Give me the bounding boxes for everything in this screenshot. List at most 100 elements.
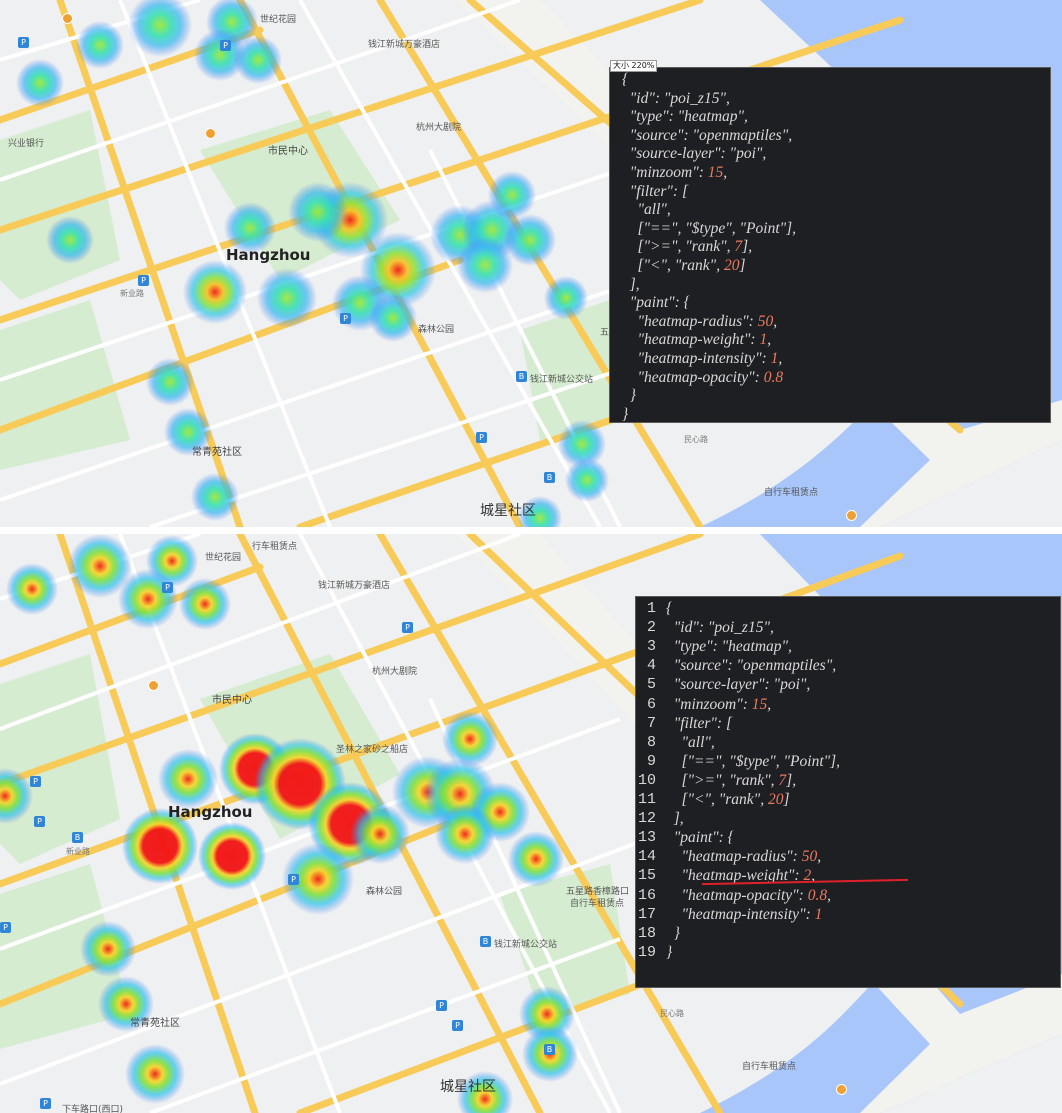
parking-marker[interactable]: P — [288, 874, 299, 885]
code-line[interactable]: "paint": { — [610, 293, 1050, 312]
map-marker[interactable]: P — [436, 1000, 447, 1011]
bottom-map-panel[interactable]: P P P P B P P B P P B P Hangzhou 市民中心 常青… — [0, 534, 1062, 1113]
code-line[interactable]: [">=", "rank", 7], — [610, 237, 1050, 256]
area-label-chengxing: 城星社区 — [440, 1079, 496, 1095]
code-line[interactable]: 15 "heatmap-weight": 2, — [636, 866, 1060, 885]
line-number: 16 — [637, 886, 656, 904]
code-line[interactable]: 18 } — [636, 924, 1060, 943]
city-label-hangzhou: Hangzhou — [226, 246, 311, 264]
code-text: "source-layer": "poi", — [622, 145, 767, 163]
parking-marker[interactable]: P — [138, 275, 149, 286]
code-line[interactable]: 9 ["==", "$type", "Point"], — [636, 752, 1060, 771]
number-literal: 20 — [723, 257, 740, 274]
map-marker[interactable]: P — [476, 432, 487, 443]
line-number: 7 — [646, 714, 656, 732]
code-line[interactable]: 1{ — [636, 599, 1060, 618]
poi-dot[interactable] — [836, 1084, 847, 1095]
code-line[interactable]: 17 "heatmap-intensity": 1 — [636, 905, 1060, 924]
bus-stop-marker[interactable]: B — [72, 832, 83, 843]
poi-label-bank: 兴业银行 — [8, 139, 45, 149]
code-line[interactable]: } — [610, 405, 1050, 424]
number-literal: 7 — [734, 238, 743, 256]
map-marker[interactable]: P — [452, 1020, 463, 1031]
code-line[interactable]: "minzoom": 15, — [610, 163, 1050, 182]
code-text: "heatmap-opacity": 0.8 — [622, 368, 784, 386]
code-line[interactable]: 10 [">=", "rank", 7], — [636, 771, 1060, 790]
code-line[interactable]: 6 "minzoom": 15, — [636, 695, 1060, 714]
poi-dot[interactable] — [846, 510, 857, 521]
bus-stop-marker[interactable]: B — [480, 936, 491, 947]
poi-dot[interactable] — [205, 128, 216, 139]
partial-label: 五 — [600, 328, 610, 338]
code-text: ["<", "rank", 20] — [666, 791, 790, 808]
bus-stop-marker[interactable]: B — [544, 1044, 555, 1055]
map-marker[interactable]: P — [18, 37, 29, 48]
area-label-chengxing: 城星社区 — [480, 503, 536, 519]
code-line[interactable]: "all", — [610, 200, 1050, 219]
poi-label-century-garden: 世纪花园 — [260, 15, 297, 25]
code-line[interactable]: "source-layer": "poi", — [610, 144, 1050, 163]
code-line[interactable]: 2 "id": "poi_z15", — [636, 618, 1060, 637]
code-line[interactable]: 8 "all", — [636, 733, 1060, 752]
code-text: "heatmap-weight": 1, — [622, 331, 772, 349]
poi-dot[interactable] — [148, 680, 159, 691]
poi-label-hotel: 钱江新城万豪酒店 — [368, 40, 441, 50]
top-map-panel[interactable]: P P P P B P B Hangzhou 市民中心 常青苑社区 城星社区 钱… — [0, 0, 1062, 527]
map-marker[interactable]: P — [34, 816, 45, 827]
code-line[interactable]: 4 "source": "openmaptiles", — [636, 656, 1060, 675]
line-number: 19 — [637, 943, 656, 961]
code-line[interactable]: "heatmap-radius": 50, — [610, 312, 1050, 331]
code-line[interactable]: { — [610, 70, 1050, 89]
poi-label-bike-rental: 行车租赁点 — [252, 542, 298, 552]
road-label-xinye: 新业路 — [66, 847, 90, 856]
line-number: 2 — [646, 619, 656, 637]
code-line[interactable]: } — [610, 386, 1050, 405]
bus-stop-marker[interactable]: B — [516, 371, 527, 382]
code-line[interactable]: 19} — [636, 943, 1060, 962]
map-marker[interactable]: P — [220, 40, 231, 51]
code-line[interactable]: 12 ], — [636, 809, 1060, 828]
code-text: "heatmap-intensity": 1 — [666, 905, 823, 923]
code-line[interactable]: 5 "source-layer": "poi", — [636, 675, 1060, 694]
code-text: "paint": { — [666, 829, 734, 847]
code-line[interactable]: "heatmap-opacity": 0.8 — [610, 368, 1050, 387]
line-number: 10 — [637, 771, 656, 789]
code-text: } — [622, 387, 636, 405]
poi-label-bike-rental: 自行车租赁点 — [742, 1062, 797, 1072]
code-line[interactable]: "heatmap-weight": 1, — [610, 330, 1050, 349]
code-line[interactable]: "filter": [ — [610, 182, 1050, 201]
code-text: ], — [666, 810, 684, 828]
parking-marker[interactable]: P — [0, 922, 11, 933]
poi-dot[interactable] — [62, 13, 73, 24]
code-line[interactable]: ["<", "rank", 20] — [610, 256, 1050, 275]
parking-marker[interactable]: P — [340, 313, 351, 324]
map-marker[interactable]: P — [30, 776, 41, 787]
code-line[interactable]: 7 "filter": [ — [636, 714, 1060, 733]
code-text: "id": "poi_z15", — [622, 89, 730, 107]
code-editor-top[interactable]: { "id": "poi_z15", "type": "heatmap", "s… — [609, 67, 1051, 423]
code-line[interactable]: "id": "poi_z15", — [610, 89, 1050, 108]
map-marker[interactable]: P — [162, 582, 173, 593]
number-literal: 0.8 — [807, 886, 828, 904]
code-line[interactable]: ["==", "$type", "Point"], — [610, 219, 1050, 238]
line-number: 15 — [637, 867, 656, 885]
code-text: "filter": [ — [666, 714, 732, 732]
code-line[interactable]: 11 ["<", "rank", 20] — [636, 790, 1060, 809]
number-literal: 20 — [767, 791, 784, 808]
code-line[interactable]: 14 "heatmap-radius": 50, — [636, 847, 1060, 866]
code-line[interactable]: "type": "heatmap", — [610, 107, 1050, 126]
code-line[interactable]: "heatmap-intensity": 1, — [610, 349, 1050, 368]
code-editor-bottom[interactable]: 1{2 "id": "poi_z15", 3 "type": "heatmap",… — [635, 596, 1061, 988]
code-line[interactable]: "source": "openmaptiles", — [610, 126, 1050, 145]
code-line[interactable]: 13 "paint": { — [636, 828, 1060, 847]
code-line[interactable]: 3 "type": "heatmap", — [636, 637, 1060, 656]
map-marker[interactable]: P — [40, 1098, 51, 1109]
line-number: 12 — [637, 810, 656, 828]
code-text: "paint": { — [622, 294, 690, 312]
bus-stop-marker[interactable]: B — [544, 472, 555, 483]
code-line[interactable]: ], — [610, 275, 1050, 294]
parking-marker[interactable]: P — [402, 622, 413, 633]
line-number: 1 — [646, 600, 656, 617]
code-line[interactable]: 16 "heatmap-opacity": 0.8, — [636, 886, 1060, 905]
line-number: 8 — [646, 733, 656, 751]
